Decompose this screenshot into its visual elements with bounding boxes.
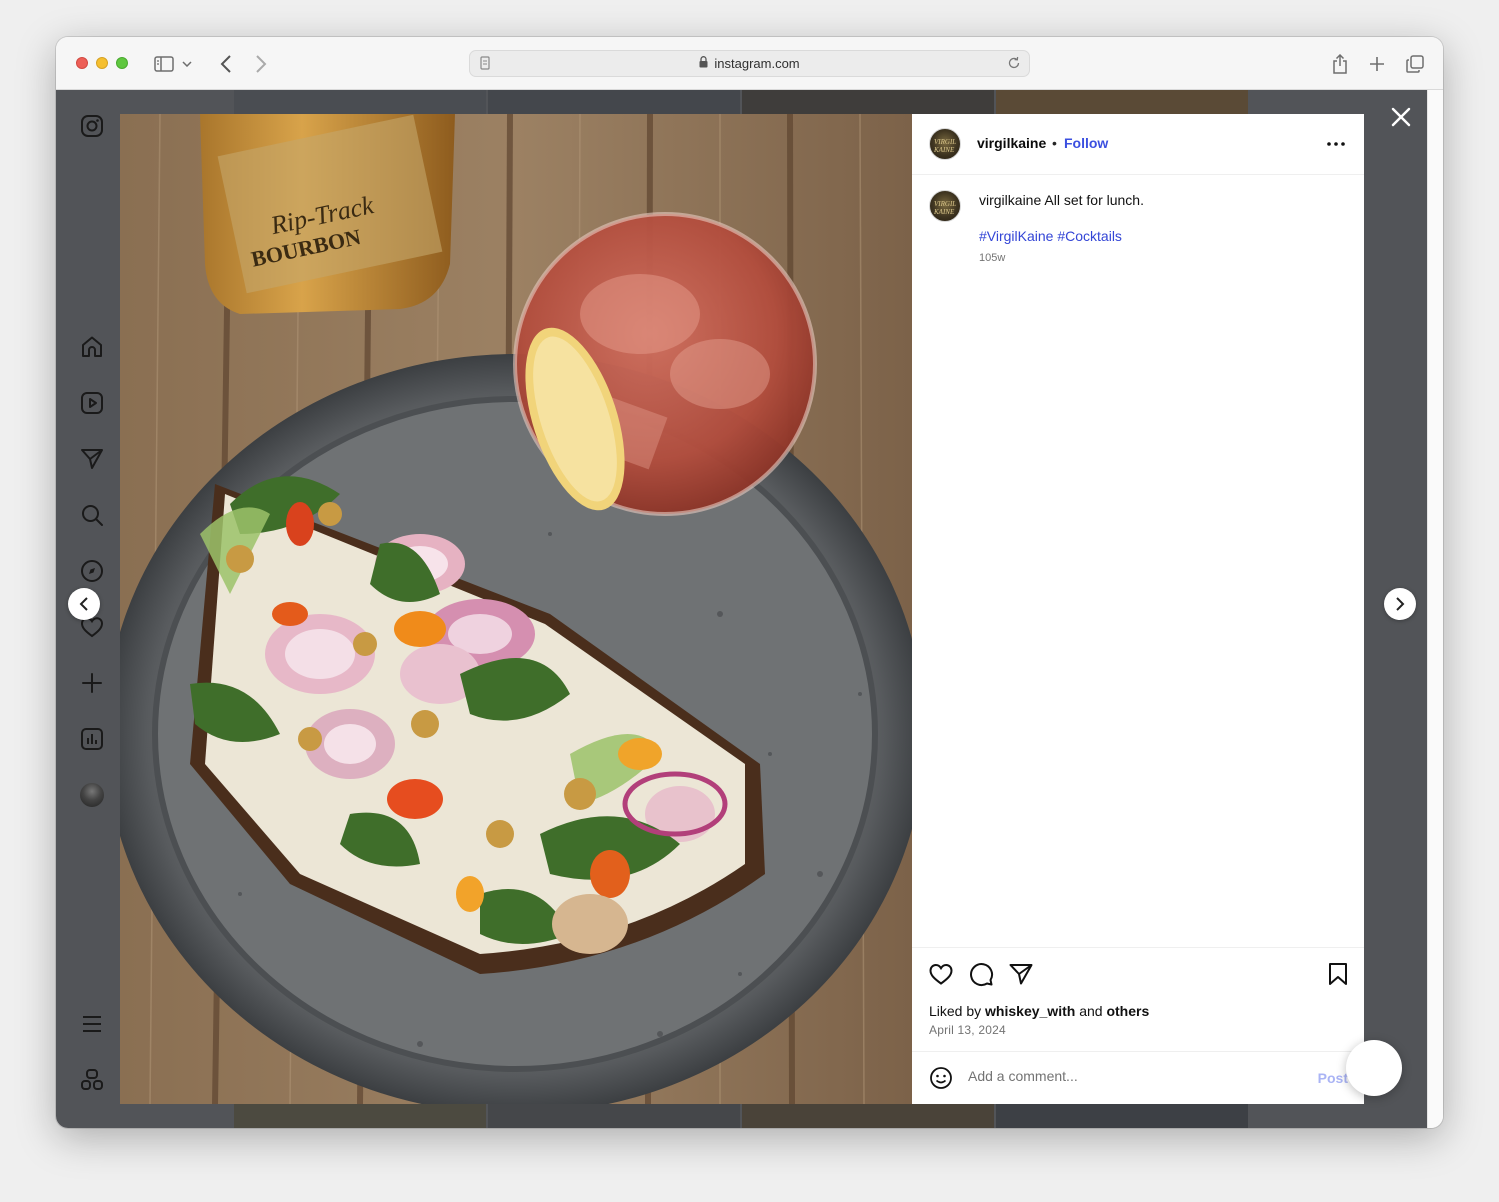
- liked-user-link[interactable]: whiskey_with: [985, 1003, 1075, 1019]
- avatar-logo-text: VIRGIL KAINE: [934, 138, 957, 154]
- instagram-logo-icon[interactable]: [80, 114, 104, 138]
- separator-dot: •: [1052, 135, 1057, 151]
- next-post-button[interactable]: [1384, 588, 1416, 620]
- post-header: VIRGIL KAINE virgilkaine • Follow: [912, 114, 1364, 175]
- messages-bubble[interactable]: [1346, 1040, 1402, 1096]
- background-post-tile: [742, 90, 994, 114]
- background-post-tile: [234, 90, 486, 114]
- profile-avatar[interactable]: [80, 783, 104, 807]
- post-caption: virgilkaine All set for lunch.: [979, 192, 1144, 208]
- caption-avatar[interactable]: VIRGIL KAINE: [929, 190, 961, 222]
- chevron-left-icon: [79, 597, 88, 611]
- page-viewport: Rip-Track BOURBON VIRGIL KAINE virgilkai…: [56, 90, 1427, 1128]
- reels-icon[interactable]: [80, 391, 104, 415]
- liked-and: and: [1079, 1003, 1103, 1019]
- chevron-down-icon[interactable]: [180, 52, 194, 76]
- address-bar[interactable]: instagram.com: [469, 50, 1030, 77]
- sidebar-toggle-icon[interactable]: [152, 52, 176, 76]
- close-modal-icon[interactable]: [1390, 106, 1412, 128]
- background-post-tile: [488, 90, 740, 114]
- minimize-window-button[interactable]: [96, 57, 108, 69]
- author-username[interactable]: virgilkaine: [977, 135, 1046, 151]
- browser-window: instagram.com Rip-Track BOURBON VIRGIL K…: [56, 37, 1443, 1128]
- reload-icon[interactable]: [1007, 56, 1021, 73]
- post-details-panel: VIRGIL KAINE virgilkaine • Follow VIRGIL…: [912, 114, 1364, 1104]
- url-text: instagram.com: [714, 56, 800, 71]
- post-age[interactable]: 105w: [979, 252, 1005, 264]
- caption-text: All set for lunch.: [1044, 192, 1144, 208]
- actions-divider: [912, 947, 1364, 948]
- likes-summary: Liked by whiskey_with and others: [929, 1003, 1149, 1019]
- insights-icon[interactable]: [80, 727, 104, 751]
- like-icon[interactable]: [928, 961, 954, 987]
- comment-bar: Post: [912, 1051, 1364, 1104]
- post-date[interactable]: April 13, 2024: [929, 1023, 1006, 1037]
- background-post-tile: [234, 1104, 486, 1128]
- post-photo[interactable]: Rip-Track BOURBON: [120, 114, 912, 1104]
- tab-overview-icon[interactable]: [1403, 52, 1427, 76]
- new-tab-icon[interactable]: [1365, 52, 1389, 76]
- previous-post-button[interactable]: [68, 588, 100, 620]
- liked-prefix: Liked by: [929, 1003, 982, 1019]
- browser-toolbar: instagram.com: [56, 37, 1443, 90]
- save-icon[interactable]: [1325, 961, 1351, 987]
- zoom-window-button[interactable]: [116, 57, 128, 69]
- background-post-tile: [996, 90, 1248, 114]
- more-menu-icon[interactable]: [80, 1012, 104, 1036]
- page-icon: [480, 56, 490, 73]
- caption-username[interactable]: virgilkaine: [979, 192, 1041, 208]
- emoji-icon[interactable]: [929, 1066, 953, 1090]
- background-post-tile: [996, 1104, 1248, 1128]
- lock-icon: [699, 56, 708, 71]
- comment-input[interactable]: [968, 1068, 1288, 1084]
- background-post-tile: [742, 1104, 994, 1128]
- close-window-button[interactable]: [76, 57, 88, 69]
- liked-others-link[interactable]: others: [1106, 1003, 1149, 1019]
- home-icon[interactable]: [80, 335, 104, 359]
- chevron-right-icon: [1396, 597, 1405, 611]
- follow-button[interactable]: Follow: [1064, 135, 1108, 151]
- author-avatar[interactable]: VIRGIL KAINE: [929, 128, 961, 160]
- forward-icon[interactable]: [249, 52, 273, 76]
- background-post-tile: [488, 1104, 740, 1128]
- also-from-meta-icon[interactable]: [80, 1068, 104, 1092]
- page-scrollbar[interactable]: [1427, 90, 1443, 1128]
- comment-icon[interactable]: [968, 961, 994, 987]
- share-icon[interactable]: [1008, 961, 1034, 987]
- desktop: instagram.com Rip-Track BOURBON VIRGIL K…: [0, 0, 1499, 1202]
- avatar-logo-text: VIRGIL KAINE: [934, 200, 957, 216]
- direct-icon[interactable]: [80, 447, 104, 471]
- post-comment-button[interactable]: Post: [1318, 1070, 1348, 1086]
- search-icon[interactable]: [80, 503, 104, 527]
- explore-icon[interactable]: [80, 559, 104, 583]
- create-icon[interactable]: [80, 671, 104, 695]
- more-options-icon[interactable]: [1326, 136, 1346, 152]
- caption-hashtags[interactable]: #VirgilKaine #Cocktails: [979, 228, 1122, 244]
- share-browser-icon[interactable]: [1328, 52, 1352, 76]
- back-icon[interactable]: [214, 52, 238, 76]
